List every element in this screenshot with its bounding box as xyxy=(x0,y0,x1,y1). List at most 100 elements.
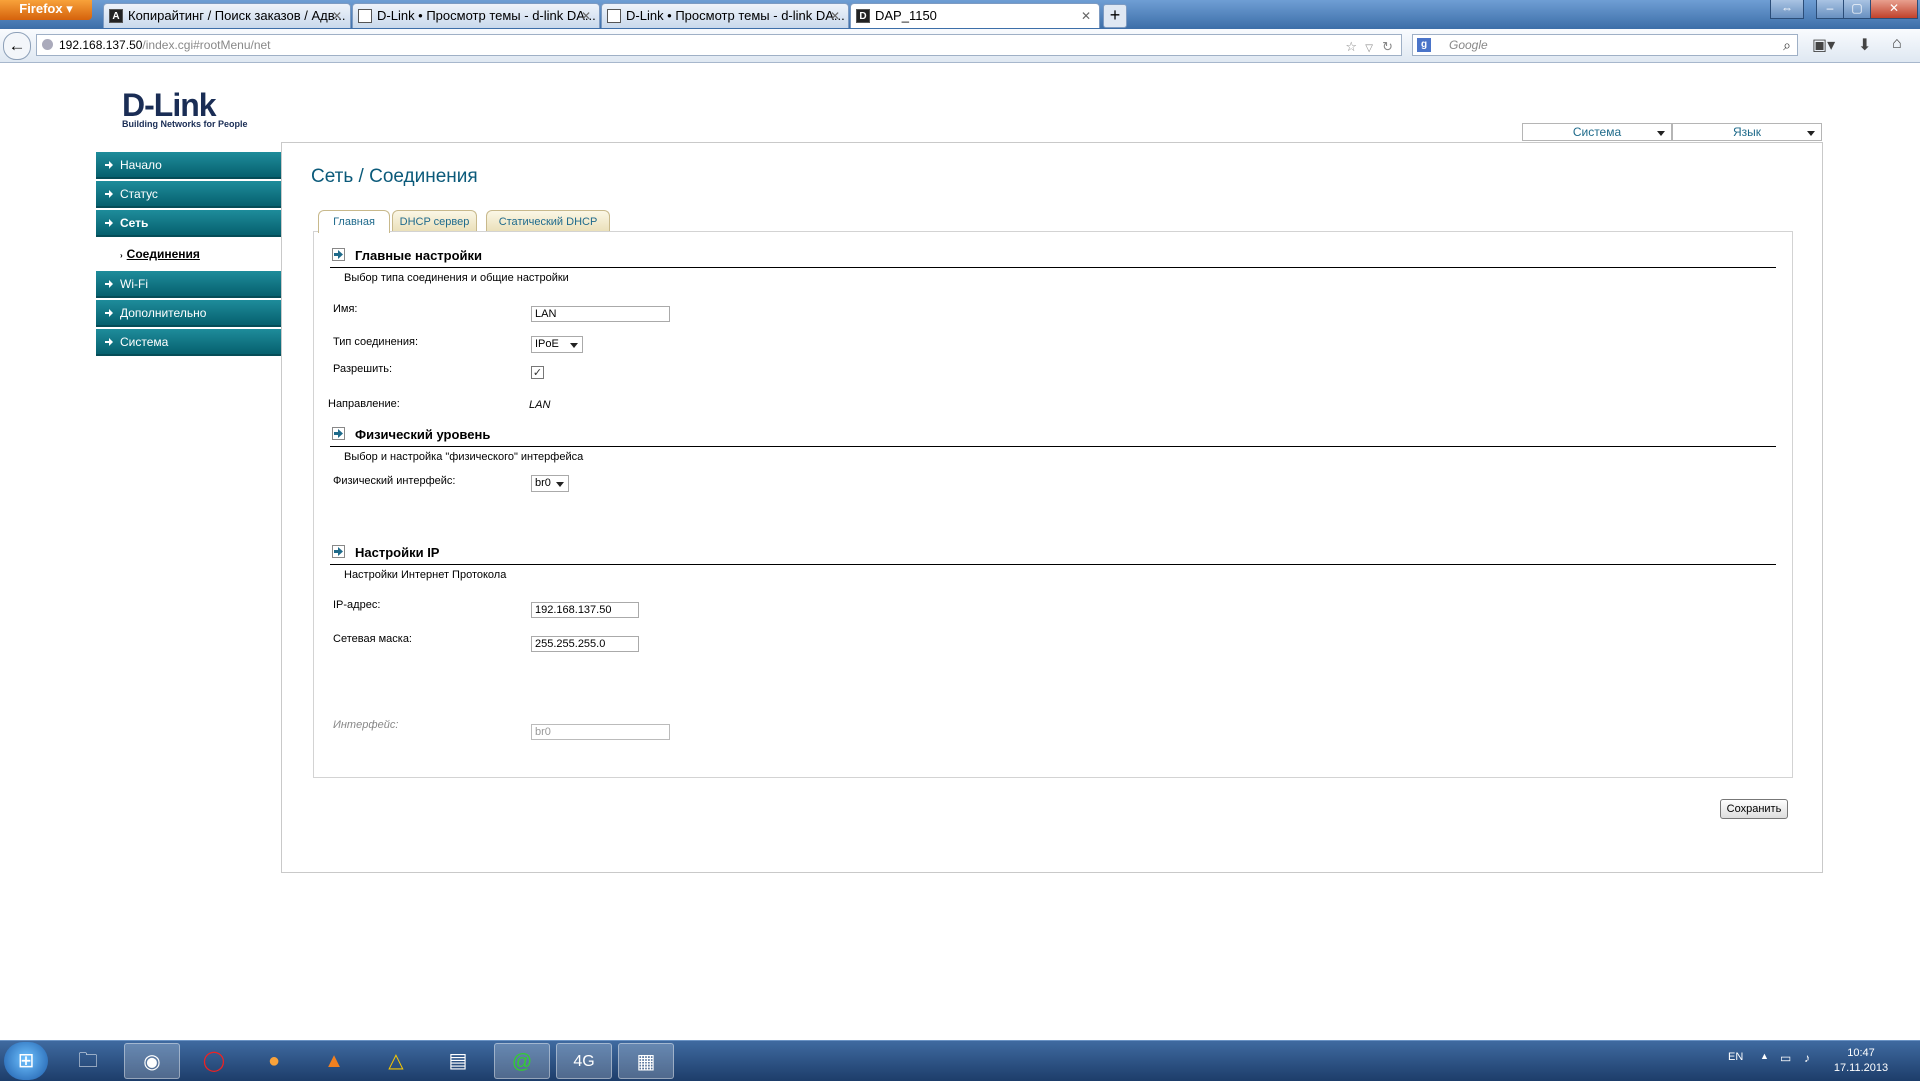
home-icon[interactable]: ⌂ xyxy=(1892,35,1902,53)
url-host: 192.168.137.50 xyxy=(59,38,143,52)
language-select[interactable]: Язык xyxy=(1672,123,1822,141)
windows-taskbar: ⊞ 🗀 ◉ ◯ ● ▲ △ ▤ @ 4G ▦ EN ▲ ▭ ♪ 10:47 17… xyxy=(0,1040,1920,1081)
tab-close-icon[interactable]: ✕ xyxy=(830,4,840,28)
search-bar[interactable]: g Google ⌕ xyxy=(1412,34,1798,56)
tab-label: D-Link • Просмотр темы - d-link DA... xyxy=(377,8,596,23)
daemon-tools-taskbar-icon[interactable]: △ xyxy=(368,1043,424,1079)
web-page: D-Link Building Networks for People Сист… xyxy=(0,63,1920,1040)
windows-start-icon[interactable]: ⊞ xyxy=(4,1042,48,1080)
browser-titlebar: Firefox ▾ A Копирайтинг / Поиск заказов … xyxy=(0,0,1920,29)
sidebar-item-wifi[interactable]: Wi-Fi xyxy=(96,271,281,298)
sidebar-item-label: Дополнительно xyxy=(120,306,207,320)
sidebar-item-advanced[interactable]: Дополнительно xyxy=(96,300,281,327)
name-input[interactable]: LAN xyxy=(531,306,670,322)
browser-tab-3[interactable]: D-Link • Просмотр темы - d-link DA... ✕ xyxy=(601,3,849,28)
bookmark-star-icon[interactable]: ☆ xyxy=(1345,37,1357,57)
tab-close-icon[interactable]: ✕ xyxy=(581,4,591,28)
netmask-value: 255.255.255.0 xyxy=(535,638,606,650)
network-tray-icon[interactable]: ▭ xyxy=(1780,1051,1791,1065)
tab-label: DHCP сервер xyxy=(399,216,470,228)
section-general: Главные настройки xyxy=(330,245,1776,268)
site-identity-icon[interactable] xyxy=(42,39,53,50)
sidebar-subitem-label: Соединения xyxy=(126,247,200,261)
firefox-taskbar-icon[interactable]: ◉ xyxy=(124,1043,180,1079)
sidebar-item-system[interactable]: Система xyxy=(96,329,281,356)
url-bar[interactable]: 192.168.137.50/index.cgi#rootMenu/net ☆ … xyxy=(36,34,1402,56)
taskbar-clock[interactable]: 10:47 17.11.2013 xyxy=(1826,1046,1896,1076)
search-engine-icon[interactable]: g xyxy=(1417,38,1431,52)
interface-label: Интерфейс: xyxy=(333,719,399,731)
tray-expand-icon[interactable]: ▲ xyxy=(1760,1051,1769,1061)
new-tab-button[interactable]: + xyxy=(1103,4,1127,28)
keyboard-language[interactable]: EN xyxy=(1728,1051,1743,1063)
clock-date: 17.11.2013 xyxy=(1833,1062,1889,1074)
sidebar-subitem-connections[interactable]: › Соединения xyxy=(96,239,281,271)
close-window-button[interactable]: ✕ xyxy=(1870,0,1918,19)
netmask-input[interactable]: 255.255.255.0 xyxy=(531,636,639,652)
tab-label: Главная xyxy=(333,216,375,228)
connection-type-value: IPoE xyxy=(535,338,559,350)
restore-tabs-icon[interactable]: ⇔ xyxy=(1770,0,1804,19)
tab-static-dhcp[interactable]: Статический DHCP xyxy=(486,210,610,232)
section-arrow-icon xyxy=(332,427,345,440)
control-panel-taskbar-icon[interactable]: ▦ xyxy=(618,1043,674,1079)
section-heading: Физический уровень xyxy=(355,427,491,442)
opera-taskbar-icon[interactable]: ◯ xyxy=(186,1043,242,1079)
chat-taskbar-icon[interactable]: ● xyxy=(246,1043,302,1079)
minimize-button[interactable]: – xyxy=(1816,0,1844,19)
tab-main[interactable]: Главная xyxy=(318,210,390,233)
volume-tray-icon[interactable]: ♪ xyxy=(1804,1051,1810,1065)
system-select[interactable]: Система xyxy=(1522,123,1672,141)
explorer-taskbar-icon[interactable]: 🗀 xyxy=(60,1043,116,1079)
sidebar-item-status[interactable]: Статус xyxy=(96,181,281,208)
netmask-label: Сетевая маска: xyxy=(333,633,412,645)
mail-agent-taskbar-icon[interactable]: @ xyxy=(494,1043,550,1079)
arrow-right-icon xyxy=(105,161,113,169)
tab-close-icon[interactable]: ✕ xyxy=(332,4,342,28)
ip-address-value: 192.168.137.50 xyxy=(535,604,612,616)
downloads-icon[interactable]: ⬇ xyxy=(1858,35,1871,55)
enable-label: Разрешить: xyxy=(333,363,393,375)
section-ip: Настройки IP xyxy=(330,542,1776,565)
firefox-menu-label: Firefox xyxy=(19,1,63,16)
browser-tab-4-active[interactable]: D DAP_1150 ✕ xyxy=(850,3,1100,28)
tab-favicon-icon xyxy=(358,9,372,23)
chevron-down-icon xyxy=(570,343,578,348)
enable-checkbox[interactable]: ✓ xyxy=(531,366,544,379)
save-button[interactable]: Сохранить xyxy=(1720,799,1788,819)
save-button-label: Сохранить xyxy=(1726,803,1782,815)
tab-dhcp-server[interactable]: DHCP сервер xyxy=(392,210,477,232)
maximize-button[interactable]: ▢ xyxy=(1843,0,1871,19)
interface-input-disabled: br0 xyxy=(531,724,670,740)
tab-close-icon[interactable]: ✕ xyxy=(1081,4,1091,28)
sidebar-item-label: Система xyxy=(120,335,169,349)
tab-favicon-icon: A xyxy=(109,9,123,23)
physical-interface-select[interactable]: br0 xyxy=(531,475,569,492)
reload-icon[interactable]: ↻ xyxy=(1382,37,1393,57)
url-path: /index.cgi#rootMenu/net xyxy=(142,38,271,52)
name-label: Имя: xyxy=(333,303,358,315)
vlc-taskbar-icon[interactable]: ▲ xyxy=(306,1043,362,1079)
tab-favicon-icon xyxy=(607,9,621,23)
sidebar-item-network[interactable]: Сеть xyxy=(96,210,281,237)
section-physical: Физический уровень xyxy=(330,424,1776,447)
browser-tab-1[interactable]: A Копирайтинг / Поиск заказов / Адв... ✕ xyxy=(103,3,351,28)
clock-time: 10:47 xyxy=(1847,1047,1875,1059)
logo-tagline: Building Networks for People xyxy=(122,119,248,129)
search-icon[interactable]: ⌕ xyxy=(1783,35,1791,55)
back-button[interactable]: ← xyxy=(3,32,31,60)
section-arrow-icon xyxy=(332,248,345,261)
floppy-taskbar-icon[interactable]: ▤ xyxy=(430,1043,486,1079)
url-dropdown-icon[interactable]: ▽ xyxy=(1365,39,1373,59)
page-title: Сеть / Соединения xyxy=(311,166,478,187)
browser-tab-2[interactable]: D-Link • Просмотр темы - d-link DA... ✕ xyxy=(352,3,600,28)
direction-value: LAN xyxy=(529,399,551,411)
bookmarks-menu-icon[interactable]: ▣▾ xyxy=(1812,35,1835,55)
firefox-menu-button[interactable]: Firefox ▾ xyxy=(0,0,92,20)
sidebar-item-home[interactable]: Начало xyxy=(96,152,281,179)
modem-4g-taskbar-icon[interactable]: 4G xyxy=(556,1043,612,1079)
connection-type-select[interactable]: IPoE xyxy=(531,336,583,353)
sidebar-item-label: Начало xyxy=(120,158,162,172)
section-subtitle: Выбор типа соединения и общие настройки xyxy=(344,272,569,284)
ip-address-input[interactable]: 192.168.137.50 xyxy=(531,602,639,618)
